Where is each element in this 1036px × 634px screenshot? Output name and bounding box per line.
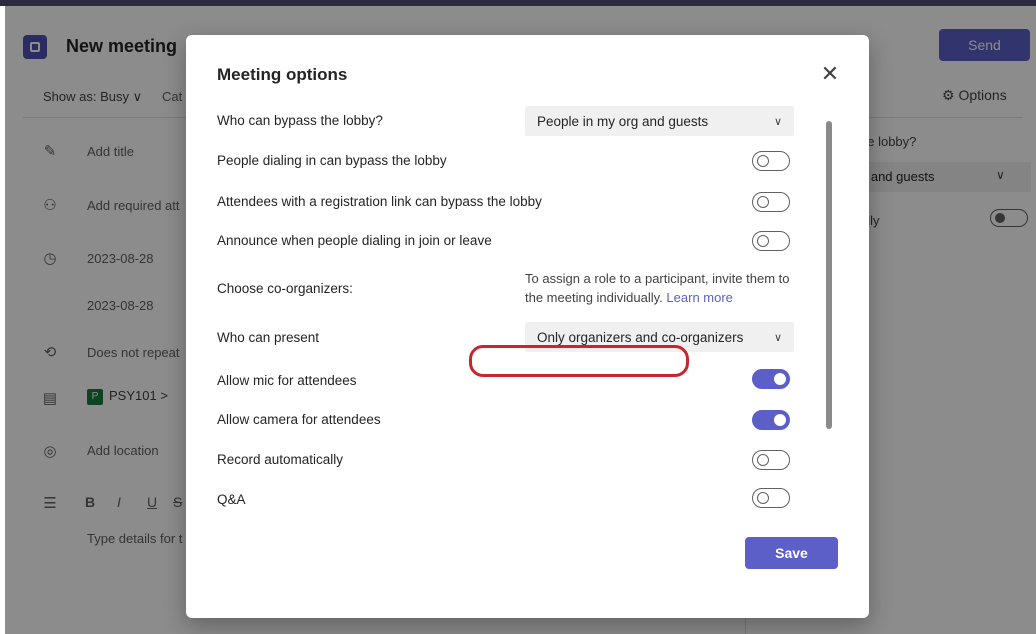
who-can-present-value: Only organizers and co-organizers bbox=[537, 329, 744, 345]
announce-dial-in-label: Announce when people dialing in join or … bbox=[217, 233, 492, 248]
allow-mic-label: Allow mic for attendees bbox=[217, 373, 357, 388]
toggle-knob bbox=[757, 155, 769, 167]
allow-camera-toggle[interactable] bbox=[752, 410, 790, 430]
registration-bypass-label: Attendees with a registration link can b… bbox=[217, 194, 542, 209]
scrollbar-thumb[interactable] bbox=[826, 121, 832, 429]
qa-label: Q&A bbox=[217, 492, 246, 507]
allow-mic-toggle[interactable] bbox=[752, 369, 790, 389]
close-icon[interactable]: ✕ bbox=[818, 63, 842, 87]
lobby-bypass-value: People in my org and guests bbox=[537, 113, 709, 129]
registration-bypass-toggle[interactable] bbox=[752, 192, 790, 212]
lobby-bypass-select[interactable]: People in my org and guests ∨ bbox=[525, 106, 794, 136]
who-can-present-label: Who can present bbox=[217, 330, 320, 345]
chevron-down-icon: ∨ bbox=[773, 331, 782, 344]
dialog-title: Meeting options bbox=[217, 65, 348, 84]
co-organizers-label: Choose co-organizers: bbox=[217, 281, 353, 296]
chevron-down-icon: ∨ bbox=[773, 115, 782, 128]
record-automatically-toggle[interactable] bbox=[752, 450, 790, 470]
toggle-knob bbox=[774, 414, 786, 426]
learn-more-link[interactable]: Learn more bbox=[666, 290, 732, 305]
meeting-options-dialog: Meeting options ✕ Who can bypass the lob… bbox=[186, 35, 869, 618]
qa-toggle[interactable] bbox=[752, 488, 790, 508]
save-button[interactable]: Save bbox=[745, 537, 838, 569]
toggle-knob bbox=[757, 196, 769, 208]
allow-camera-label: Allow camera for attendees bbox=[217, 412, 381, 427]
record-automatically-label: Record automatically bbox=[217, 452, 344, 467]
lobby-bypass-label: Who can bypass the lobby? bbox=[217, 113, 383, 128]
dial-in-bypass-toggle[interactable] bbox=[752, 151, 790, 171]
toggle-knob bbox=[757, 454, 769, 466]
co-organizers-note: To assign a role to a participant, invit… bbox=[525, 269, 805, 307]
highlight-annotation bbox=[469, 345, 689, 377]
co-organizers-note-text: To assign a role to a participant, invit… bbox=[525, 271, 790, 305]
toggle-knob bbox=[774, 373, 786, 385]
toggle-knob bbox=[757, 492, 769, 504]
toggle-knob bbox=[757, 235, 769, 247]
dial-in-bypass-label: People dialing in can bypass the lobby bbox=[217, 153, 447, 168]
announce-dial-in-toggle[interactable] bbox=[752, 231, 790, 251]
